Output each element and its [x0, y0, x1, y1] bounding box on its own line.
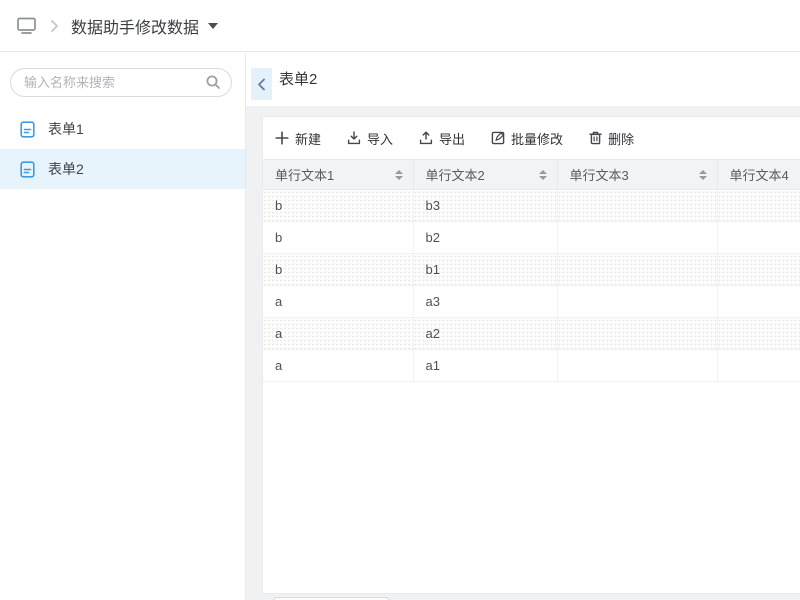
table-row[interactable]: a a2 [263, 318, 800, 350]
plus-icon [275, 131, 289, 145]
sidebar-item-form2[interactable]: 表单2 [0, 149, 245, 189]
back-button[interactable] [251, 68, 272, 100]
page-title: 表单2 [279, 53, 317, 106]
main-area: 表单2 新建 导入 [246, 53, 800, 600]
column-header[interactable]: 单行文本2 [413, 160, 557, 190]
new-button[interactable]: 新建 [275, 129, 321, 148]
data-table: 单行文本1 单行文本2 [263, 159, 800, 382]
search-input[interactable] [10, 68, 232, 97]
table-row[interactable]: a a3 [263, 286, 800, 318]
sidebar-item-label: 表单2 [48, 159, 84, 179]
main-body: 新建 导入 导出 [246, 106, 800, 600]
top-bar: 数据助手修改数据 [0, 0, 800, 52]
chevron-right-icon [50, 19, 59, 33]
import-icon [347, 131, 361, 145]
column-header[interactable]: 单行文本4 [717, 160, 800, 190]
content-layout: 表单1 表单2 表单2 [0, 53, 800, 600]
edit-icon [491, 131, 505, 145]
monitor-icon[interactable] [16, 16, 37, 35]
table-row[interactable]: b b3 [263, 190, 800, 222]
table-header-row: 单行文本1 单行文本2 [263, 160, 800, 190]
table-row[interactable]: b b1 [263, 254, 800, 286]
table-toolbar: 新建 导入 导出 [263, 117, 800, 159]
trash-icon [589, 131, 602, 145]
sort-icon[interactable] [395, 170, 403, 180]
file-icon [20, 121, 35, 138]
import-button[interactable]: 导入 [347, 129, 393, 148]
chevron-left-icon [257, 78, 266, 91]
file-icon [20, 161, 35, 178]
caret-down-icon[interactable] [208, 23, 218, 29]
main-header: 表单2 [246, 53, 800, 106]
sidebar-search [10, 68, 232, 97]
form-list: 表单1 表单2 [0, 109, 245, 189]
delete-button[interactable]: 删除 [589, 129, 634, 148]
breadcrumb-app-title[interactable]: 数据助手修改数据 [71, 14, 199, 38]
sort-icon[interactable] [539, 170, 547, 180]
export-icon [419, 131, 433, 145]
column-header[interactable]: 单行文本1 [263, 160, 413, 190]
batch-edit-button[interactable]: 批量修改 [491, 129, 563, 148]
sidebar-item-label: 表单1 [48, 119, 84, 139]
search-icon[interactable] [205, 74, 221, 95]
sidebar-item-form1[interactable]: 表单1 [0, 109, 245, 149]
table-row[interactable]: b b2 [263, 222, 800, 254]
column-header[interactable]: 单行文本3 [557, 160, 717, 190]
data-panel: 新建 导入 导出 [262, 116, 800, 594]
table-row[interactable]: a a1 [263, 350, 800, 382]
export-button[interactable]: 导出 [419, 129, 465, 148]
sidebar: 表单1 表单2 [0, 53, 246, 600]
sort-icon[interactable] [699, 170, 707, 180]
